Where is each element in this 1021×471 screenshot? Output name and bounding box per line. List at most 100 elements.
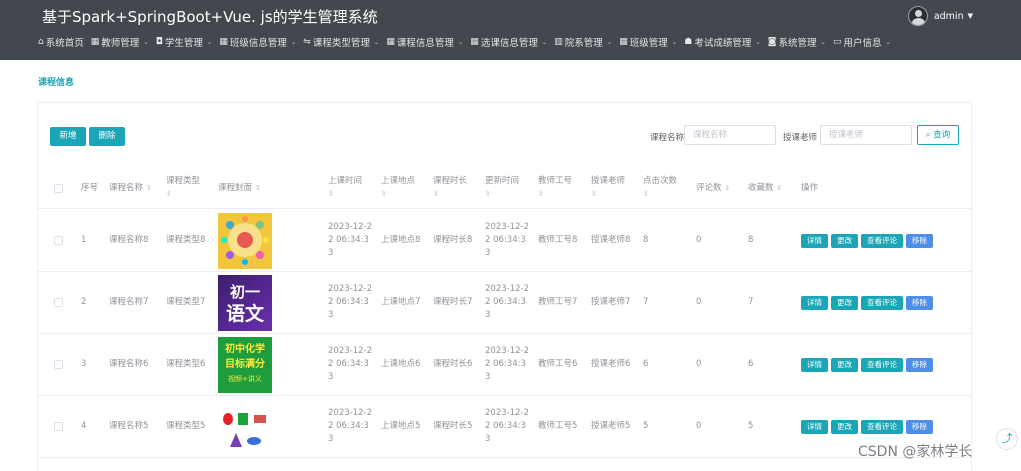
remove-button[interactable]: 移除 (906, 295, 933, 310)
edit-button[interactable]: 更改 (831, 357, 858, 372)
col-favorites[interactable]: 收藏数 ⇕ (748, 167, 782, 209)
table-row: 4 课程名称5 课程类型5 2023-12-22 06:34:33 上课地点5 课程时长5… (38, 396, 971, 458)
col-duration[interactable]: 课程时长 ⇕ (433, 167, 467, 209)
view-comments-button[interactable]: 查看评论 (861, 419, 903, 434)
nav-item-1[interactable]: ▦ 教师管理 ⌄ (91, 35, 149, 49)
sort-icon[interactable]: ⇕ (538, 188, 572, 201)
nav-icon: ▥ (554, 37, 563, 47)
view-comments-button[interactable]: 查看评论 (861, 295, 903, 310)
nav-label: 用户信息 (843, 38, 882, 49)
nav-label: 院系管理 (564, 38, 603, 49)
sort-icon[interactable]: ⇕ (328, 188, 362, 201)
cover-text: 语文 (225, 302, 264, 325)
nav-icon: ▦ (470, 37, 479, 47)
cell-favorites: 6 (748, 359, 754, 369)
course-name-input[interactable] (684, 125, 776, 145)
sort-icon[interactable]: ⇕ (643, 188, 677, 201)
col-teacher-no[interactable]: 教师工号 ⇕ (538, 167, 572, 209)
chevron-down-icon: ⌄ (143, 38, 149, 46)
sort-icon[interactable]: ⇕ (255, 182, 261, 195)
cell-comments: 0 (696, 421, 702, 431)
nav-item-6[interactable]: ▦ 选课信息管理 ⌄ (470, 35, 547, 49)
edit-button[interactable]: 更改 (831, 233, 858, 248)
col-name[interactable]: 课程名称 ⇕ (109, 167, 152, 209)
floating-help-icon[interactable]: ⤴ (996, 428, 1018, 450)
col-teacher[interactable]: 授课老师 ⇕ (591, 167, 625, 209)
nav-item-0[interactable]: ⌂ 系统首页 (38, 35, 84, 49)
sort-icon[interactable]: ⇕ (777, 182, 783, 195)
cell-duration: 课程时长5 (433, 421, 473, 431)
cell-index: 3 (81, 359, 87, 369)
nav-label: 课程类型管理 (312, 38, 370, 49)
nav-item-10[interactable]: ◙ 系统管理 ⌄ (768, 35, 826, 49)
nav-item-11[interactable]: ▭ 用户信息 ⌄ (833, 35, 891, 49)
remove-button[interactable]: 移除 (906, 233, 933, 248)
row-checkbox[interactable] (54, 236, 63, 245)
cell-teacher-no: 教师工号8 (538, 235, 578, 245)
cell-updated: 2023-12-22 06:34:33 (485, 346, 529, 382)
cell-place: 上课地点5 (381, 421, 421, 431)
table-row: 3 课程名称6 课程类型6 2023-12-22 06:34:33 上课地点6 课程时长6… (38, 334, 971, 396)
cell-cover: 初中化学 目标满分 视频+讲义 (218, 334, 272, 395)
nav-item-5[interactable]: ▦ 课程信息管理 ⌄ (386, 35, 463, 49)
detail-button[interactable]: 详情 (801, 295, 828, 310)
chevron-down-icon: ⌄ (885, 38, 891, 46)
view-comments-button[interactable]: 查看评论 (861, 357, 903, 372)
detail-button[interactable]: 详情 (801, 357, 828, 372)
nav-item-7[interactable]: ▥ 院系管理 ⌄ (554, 35, 612, 49)
chevron-down-icon: ⌄ (373, 38, 380, 46)
remove-button[interactable]: 移除 (906, 357, 933, 372)
cell-name: 课程名称7 (109, 297, 149, 307)
col-cover[interactable]: 课程封面 ⇕ (218, 167, 261, 209)
col-time[interactable]: 上课时间 ⇕ (328, 167, 362, 209)
nav-item-4[interactable]: ⇋ 课程类型管理 ⌄ (303, 35, 379, 49)
username[interactable]: admin (934, 11, 964, 22)
sort-icon[interactable]: ⇕ (725, 182, 731, 195)
cell-type: 课程类型7 (166, 297, 206, 307)
row-checkbox[interactable] (54, 298, 63, 307)
col-clicks[interactable]: 点击次数 ⇕ (643, 167, 677, 209)
nav-item-9[interactable]: ☗ 考试成绩管理 ⌄ (684, 35, 761, 49)
chevron-down-icon: ⌄ (457, 38, 464, 46)
col-actions: 操作 (801, 182, 819, 193)
nav-icon: ◘ (155, 37, 163, 47)
sort-icon[interactable]: ⇕ (591, 188, 625, 201)
nav-item-8[interactable]: ▦ 班级管理 ⌄ (619, 35, 677, 49)
nav-icon: ▭ (833, 37, 842, 47)
col-place[interactable]: 上课地点 ⇕ (381, 167, 415, 209)
caret-down-icon[interactable]: ▼ (968, 12, 973, 20)
cell-name: 课程名称8 (109, 235, 149, 245)
cell-time: 2023-12-22 06:34:33 (328, 346, 372, 382)
edit-button[interactable]: 更改 (831, 295, 858, 310)
sort-icon[interactable]: ⇕ (146, 182, 152, 195)
sort-icon[interactable]: ⇕ (166, 188, 200, 201)
cell-clicks: 7 (643, 297, 649, 307)
delete-button[interactable]: 删除 (89, 127, 125, 146)
breadcrumb: 课程信息 (38, 78, 75, 88)
detail-button[interactable]: 详情 (801, 233, 828, 248)
sort-icon[interactable]: ⇕ (433, 188, 467, 201)
edit-button[interactable]: 更改 (831, 419, 858, 434)
avatar[interactable] (907, 6, 928, 26)
cell-place: 上课地点7 (381, 297, 421, 307)
nav-item-3[interactable]: ▦ 班级信息管理 ⌄ (219, 35, 296, 49)
view-comments-button[interactable]: 查看评论 (861, 233, 903, 248)
remove-button[interactable]: 移除 (906, 419, 933, 434)
add-button[interactable]: 新增 (50, 127, 86, 146)
search-button[interactable]: ⌕ 查询 (917, 125, 959, 145)
nav-icon: ▦ (386, 37, 395, 47)
row-checkbox[interactable] (54, 360, 63, 369)
col-comments[interactable]: 评论数 ⇕ (696, 167, 730, 209)
nav-item-2[interactable]: ◘ 学生管理 ⌄ (156, 35, 213, 49)
row-checkbox[interactable] (54, 422, 63, 431)
select-all-checkbox[interactable] (54, 183, 63, 193)
user-menu[interactable]: admin ▼ (907, 6, 973, 26)
cell-index: 4 (81, 421, 87, 431)
sort-icon[interactable]: ⇕ (485, 188, 519, 201)
detail-button[interactable]: 详情 (801, 419, 828, 434)
teacher-input[interactable] (820, 125, 912, 145)
col-updated[interactable]: 更新时间 ⇕ (485, 167, 519, 209)
col-type[interactable]: 课程类型 ⇕ (166, 167, 200, 209)
table-row: 1 课程名称8 课程类型8 2023-12-22 06:34:33 上课地点8 课程时长8… (38, 210, 971, 272)
sort-icon[interactable]: ⇕ (381, 188, 415, 201)
